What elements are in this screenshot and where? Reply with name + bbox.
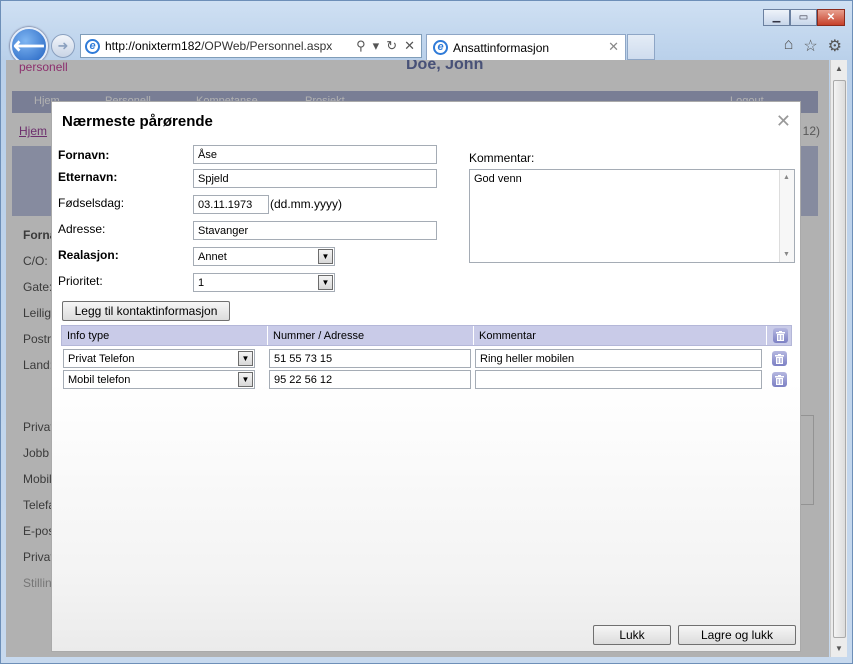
chevron-down-icon[interactable]: ▼ <box>238 351 253 366</box>
window-controls: ▁ ▭ ✕ <box>763 9 845 26</box>
gear-icon[interactable]: ⚙ <box>828 36 842 56</box>
info-type-select[interactable]: Privat Telefon ▼ <box>63 349 255 368</box>
prioritet-value: 1 <box>198 277 205 289</box>
scroll-up-icon[interactable]: ▲ <box>835 64 843 73</box>
adresse-input[interactable]: Stavanger <box>193 221 437 240</box>
address-bar[interactable]: e http://onixterm182/OPWeb/Personnel.asp… <box>80 34 422 58</box>
scroll-down-icon[interactable]: ▼ <box>835 644 843 653</box>
tab-ansattinformasjon[interactable]: e Ansattinformasjon ✕ <box>426 34 626 60</box>
column-header-nummer: Nummer / Adresse <box>273 330 365 342</box>
date-format-hint: (dd.mm.yyyy) <box>270 197 342 211</box>
relasjon-label: Realasjon: <box>58 248 119 262</box>
modal-title: Nærmeste pårørende <box>62 113 213 130</box>
number-input[interactable]: 51 55 73 15 <box>269 349 471 368</box>
trash-icon[interactable] <box>772 372 787 387</box>
chevron-down-icon[interactable]: ▼ <box>318 249 333 264</box>
comment-input[interactable] <box>475 370 762 389</box>
kommentar-value: God venn <box>474 173 522 185</box>
new-tab-button[interactable] <box>627 34 655 60</box>
trash-icon[interactable] <box>772 351 787 366</box>
info-type-value: Privat Telefon <box>68 353 135 365</box>
fornavn-input[interactable]: Åse <box>193 145 437 164</box>
tab-close-icon[interactable]: ✕ <box>608 39 619 55</box>
contact-modal: Nærmeste pårørende ✕ Fornavn: Åse Ettern… <box>51 101 801 652</box>
kommentar-label: Kommentar: <box>469 151 535 165</box>
close-button[interactable]: Lukk <box>593 625 671 645</box>
relasjon-value: Annet <box>198 251 227 263</box>
refresh-icon[interactable]: ↻ <box>386 38 397 54</box>
info-type-select[interactable]: Mobil telefon ▼ <box>63 370 255 389</box>
table-row: Mobil telefon ▼ 95 22 56 12 <box>61 370 792 391</box>
adresse-label: Adresse: <box>58 222 106 236</box>
forward-icon[interactable]: ➜ <box>51 34 75 58</box>
kommentar-textarea[interactable]: God venn ▲ ▼ <box>469 169 795 263</box>
close-icon[interactable]: ✕ <box>776 112 791 130</box>
comment-input[interactable]: Ring heller mobilen <box>475 349 762 368</box>
add-contact-info-button[interactable]: Legg til kontaktinformasjon <box>62 301 230 321</box>
fornavn-label: Fornavn: <box>58 148 110 162</box>
etternavn-input[interactable]: Spjeld <box>193 169 437 188</box>
fodselsdag-label: Fødselsdag: <box>58 196 125 210</box>
ie-icon: e <box>85 38 100 54</box>
title-bar: ▁ ▭ ✕ <box>1 1 853 35</box>
address-url: http://onixterm182/OPWeb/Personnel.aspx <box>105 39 333 53</box>
table-header: Info type Nummer / Adresse Kommentar <box>61 325 792 346</box>
scroll-down-icon[interactable]: ▼ <box>783 251 790 258</box>
number-input[interactable]: 95 22 56 12 <box>269 370 471 389</box>
stop-icon[interactable]: ✕ <box>404 38 415 54</box>
fodselsdag-input[interactable]: 03.11.1973 <box>193 195 269 214</box>
save-and-close-button[interactable]: Lagre og lukk <box>678 625 796 645</box>
search-icon[interactable]: ⚲ <box>356 38 366 54</box>
prioritet-select[interactable]: 1 ▼ <box>193 273 335 292</box>
trash-icon[interactable] <box>773 328 788 343</box>
etternavn-label: Etternavn: <box>58 170 118 184</box>
maximize-icon[interactable]: ▭ <box>790 9 817 26</box>
favorites-icon[interactable]: ☆ <box>803 36 817 56</box>
minimize-icon[interactable]: ▁ <box>763 9 790 26</box>
chevron-down-icon[interactable]: ▼ <box>238 372 253 387</box>
textarea-scrollbar[interactable]: ▲ ▼ <box>779 170 794 262</box>
table-row: Privat Telefon ▼ 51 55 73 15 Ring heller… <box>61 349 792 370</box>
home-icon[interactable]: ⌂ <box>784 36 794 56</box>
column-header-info-type: Info type <box>67 330 110 342</box>
close-window-icon[interactable]: ✕ <box>817 9 845 26</box>
relasjon-select[interactable]: Annet ▼ <box>193 247 335 266</box>
chevron-down-icon[interactable]: ▼ <box>318 275 333 290</box>
dropdown-icon[interactable]: ▾ <box>373 38 380 54</box>
info-type-value: Mobil telefon <box>68 374 131 386</box>
tab-label: Ansattinformasjon <box>453 40 550 55</box>
scroll-up-icon[interactable]: ▲ <box>783 174 790 181</box>
ie-icon: e <box>433 40 448 55</box>
column-header-kommentar: Kommentar <box>479 330 536 342</box>
scrollbar-thumb[interactable] <box>833 80 846 638</box>
page-scrollbar[interactable]: ▲ ▼ <box>830 60 847 657</box>
prioritet-label: Prioritet: <box>58 274 103 288</box>
